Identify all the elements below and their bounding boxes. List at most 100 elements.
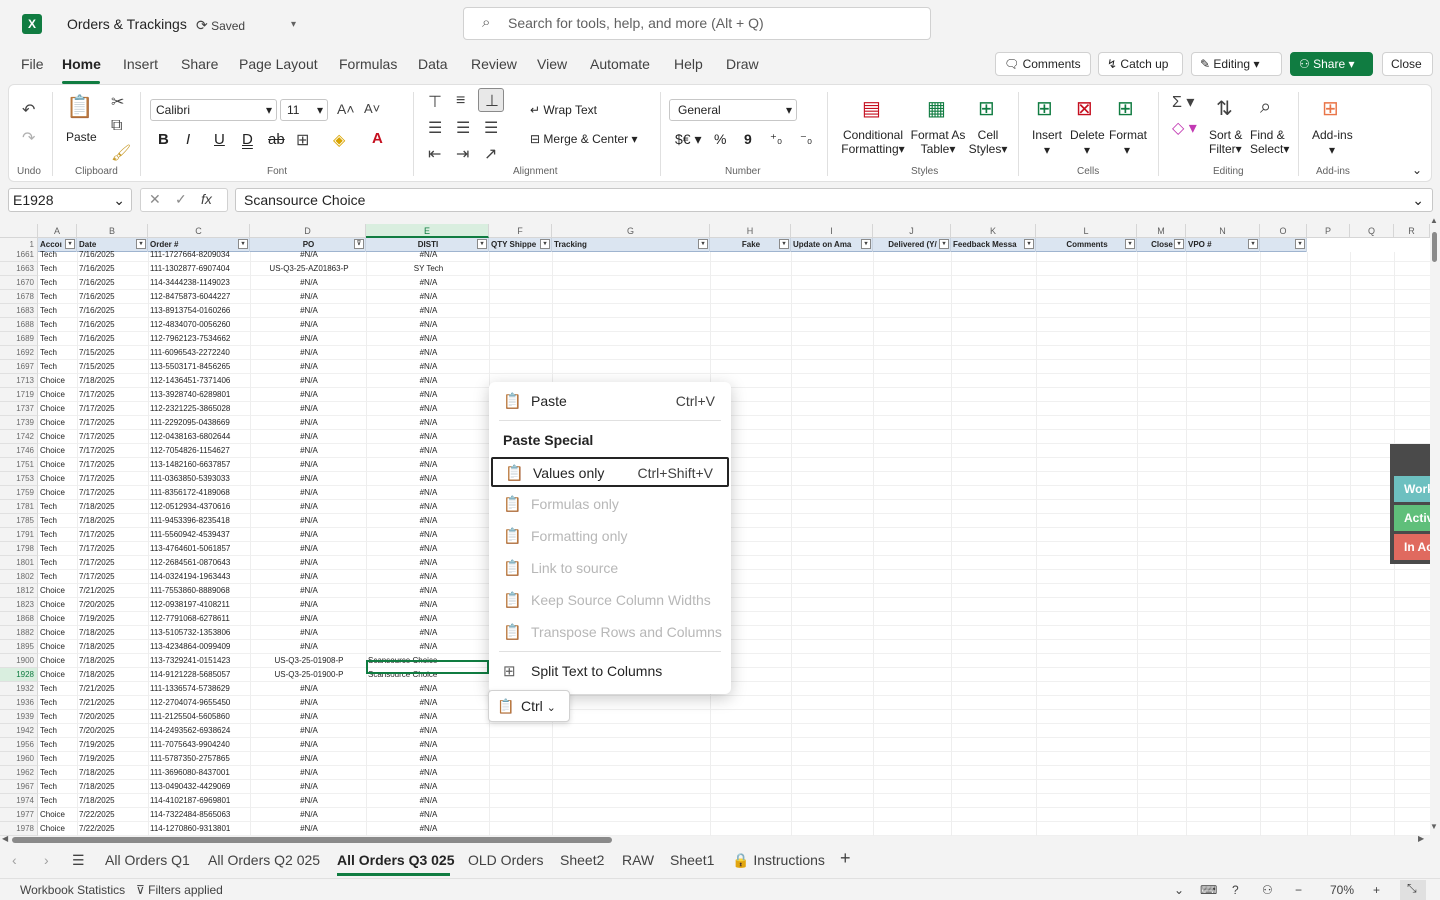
next-sheet-icon[interactable]: › xyxy=(44,852,49,868)
table-cell[interactable]: #N/A xyxy=(250,738,366,752)
row-header[interactable]: 1868 xyxy=(0,612,38,626)
align-center-icon[interactable]: ☰ xyxy=(456,118,470,138)
row-header[interactable]: 1967 xyxy=(0,780,38,794)
table-cell[interactable]: 112-0512934-4370616 xyxy=(148,500,250,514)
table-cell[interactable]: 112-7054826-1154627 xyxy=(148,444,250,458)
table-cell[interactable]: Tech xyxy=(38,542,77,556)
row-header[interactable]: 1661 xyxy=(0,248,38,262)
table-cell[interactable]: 114-2493562-6938624 xyxy=(148,724,250,738)
font-color-icon[interactable]: A xyxy=(372,130,383,147)
table-cell[interactable]: Tech xyxy=(38,710,77,724)
row-header[interactable]: 1900 xyxy=(0,654,38,668)
column-header-g[interactable]: G xyxy=(552,224,710,238)
filter-dropdown-icon[interactable]: ▾ xyxy=(540,239,550,249)
row-header[interactable]: 1812 xyxy=(0,584,38,598)
table-cell[interactable]: Tech xyxy=(38,332,77,346)
table-cell[interactable]: #N/A xyxy=(366,374,489,388)
table-cell[interactable]: 114-1270860-9313801 xyxy=(148,822,250,836)
table-cell[interactable]: Tech xyxy=(38,570,77,584)
column-header-e[interactable]: E xyxy=(366,224,489,238)
table-cell[interactable]: #N/A xyxy=(366,640,489,654)
table-cell[interactable]: Choice xyxy=(38,430,77,444)
scroll-left-icon[interactable]: ◀ xyxy=(2,834,8,843)
font-name-select[interactable]: Calibri ▾ xyxy=(150,99,277,121)
table-cell[interactable]: Choice xyxy=(38,416,77,430)
row-header[interactable]: 1689 xyxy=(0,332,38,346)
table-cell[interactable]: 7/19/2025 xyxy=(77,738,148,752)
row-header[interactable]: 1739 xyxy=(0,416,38,430)
table-cell[interactable]: 112-1436451-7371406 xyxy=(148,374,250,388)
autosum-icon[interactable]: Σ ▾ xyxy=(1172,92,1194,112)
table-cell[interactable]: Tech xyxy=(38,556,77,570)
workbook-statistics[interactable]: Workbook Statistics xyxy=(20,883,125,897)
table-cell[interactable]: Choice xyxy=(38,388,77,402)
table-cell[interactable]: #N/A xyxy=(366,276,489,290)
row-header[interactable]: 1974 xyxy=(0,794,38,808)
table-cell[interactable]: Tech xyxy=(38,304,77,318)
filter-dropdown-icon[interactable]: ▾ xyxy=(861,239,871,249)
format-cells-button[interactable]: Format xyxy=(1109,128,1147,142)
table-cell[interactable]: 111-7553860-8889068 xyxy=(148,584,250,598)
bold-icon[interactable]: B xyxy=(158,131,169,148)
table-cell[interactable]: 111-0363850-5393033 xyxy=(148,472,250,486)
filter-dropdown-icon[interactable]: ▾ xyxy=(1295,239,1305,249)
close-button[interactable]: Close xyxy=(1382,52,1433,76)
table-cell[interactable]: Tech xyxy=(38,780,77,794)
table-cell[interactable]: #N/A xyxy=(250,514,366,528)
table-cell[interactable]: #N/A xyxy=(250,486,366,500)
table-cell[interactable]: 7/15/2025 xyxy=(77,360,148,374)
filter-dropdown-icon[interactable]: ▾ xyxy=(1024,239,1034,249)
table-cell[interactable]: #N/A xyxy=(366,360,489,374)
header-cell-update-amazon[interactable]: Update on Ama ▾ xyxy=(791,238,873,252)
table-cell[interactable]: Tech xyxy=(38,360,77,374)
row-header[interactable]: 1802 xyxy=(0,570,38,584)
table-cell[interactable]: Tech xyxy=(38,318,77,332)
table-cell[interactable]: #N/A xyxy=(366,416,489,430)
row-header[interactable]: 1801 xyxy=(0,556,38,570)
menu-share[interactable]: Share xyxy=(181,56,218,72)
table-cell[interactable]: #N/A xyxy=(366,402,489,416)
row-header[interactable]: 1663 xyxy=(0,262,38,276)
row-header[interactable]: 1746 xyxy=(0,444,38,458)
sheet-tab-q1[interactable]: All Orders Q1 xyxy=(105,852,190,868)
column-header-c[interactable]: C xyxy=(148,224,250,238)
table-cell[interactable]: #N/A xyxy=(366,542,489,556)
table-cell[interactable]: 7/21/2025 xyxy=(77,584,148,598)
chevron-down-icon[interactable]: ⌄ xyxy=(1174,883,1184,897)
table-cell[interactable]: Tech xyxy=(38,514,77,528)
table-cell[interactable]: #N/A xyxy=(366,682,489,696)
feedback-icon[interactable]: ⚇ xyxy=(1262,883,1273,897)
name-box[interactable]: E1928 ⌄ xyxy=(8,188,132,212)
table-cell[interactable]: #N/A xyxy=(366,346,489,360)
table-cell[interactable]: #N/A xyxy=(250,808,366,822)
row-header[interactable]: 1798 xyxy=(0,542,38,556)
table-cell[interactable]: #N/A xyxy=(366,584,489,598)
table-cell[interactable]: #N/A xyxy=(366,822,489,836)
table-cell[interactable]: 7/17/2025 xyxy=(77,486,148,500)
table-cell[interactable]: Choice xyxy=(38,612,77,626)
wrap-text-button[interactable]: ↵ Wrap Text xyxy=(530,103,597,117)
row-header[interactable]: 1962 xyxy=(0,766,38,780)
row-header[interactable]: 1719 xyxy=(0,388,38,402)
zoom-level[interactable]: 70% xyxy=(1330,883,1354,897)
editing-mode-button[interactable]: ✎ Editing ▾ xyxy=(1191,52,1282,76)
scroll-right-icon[interactable]: ▶ xyxy=(1418,834,1424,843)
table-cell[interactable]: 113-7329241-0151423 xyxy=(148,654,250,668)
table-cell[interactable]: 7/17/2025 xyxy=(77,402,148,416)
table-cell[interactable]: 113-8913754-0160266 xyxy=(148,304,250,318)
table-cell[interactable]: #N/A xyxy=(250,570,366,584)
menu-page-layout[interactable]: Page Layout xyxy=(239,56,318,72)
decrease-indent-icon[interactable]: ⇤ xyxy=(428,144,441,164)
row-header[interactable]: 1942 xyxy=(0,724,38,738)
table-cell[interactable]: 111-6096543-2272240 xyxy=(148,346,250,360)
table-cell[interactable]: #N/A xyxy=(250,402,366,416)
table-cell[interactable]: 7/17/2025 xyxy=(77,430,148,444)
chevron-down-icon[interactable]: ▾ xyxy=(1044,143,1050,157)
row-header[interactable]: 1960 xyxy=(0,752,38,766)
menu-home[interactable]: Home xyxy=(62,56,101,72)
row-header[interactable]: 1932 xyxy=(0,682,38,696)
format-painter-icon[interactable]: 🖌 xyxy=(111,143,131,163)
row-header[interactable]: 1678 xyxy=(0,290,38,304)
table-cell[interactable]: 113-3928740-6289801 xyxy=(148,388,250,402)
row-header[interactable]: 1956 xyxy=(0,738,38,752)
